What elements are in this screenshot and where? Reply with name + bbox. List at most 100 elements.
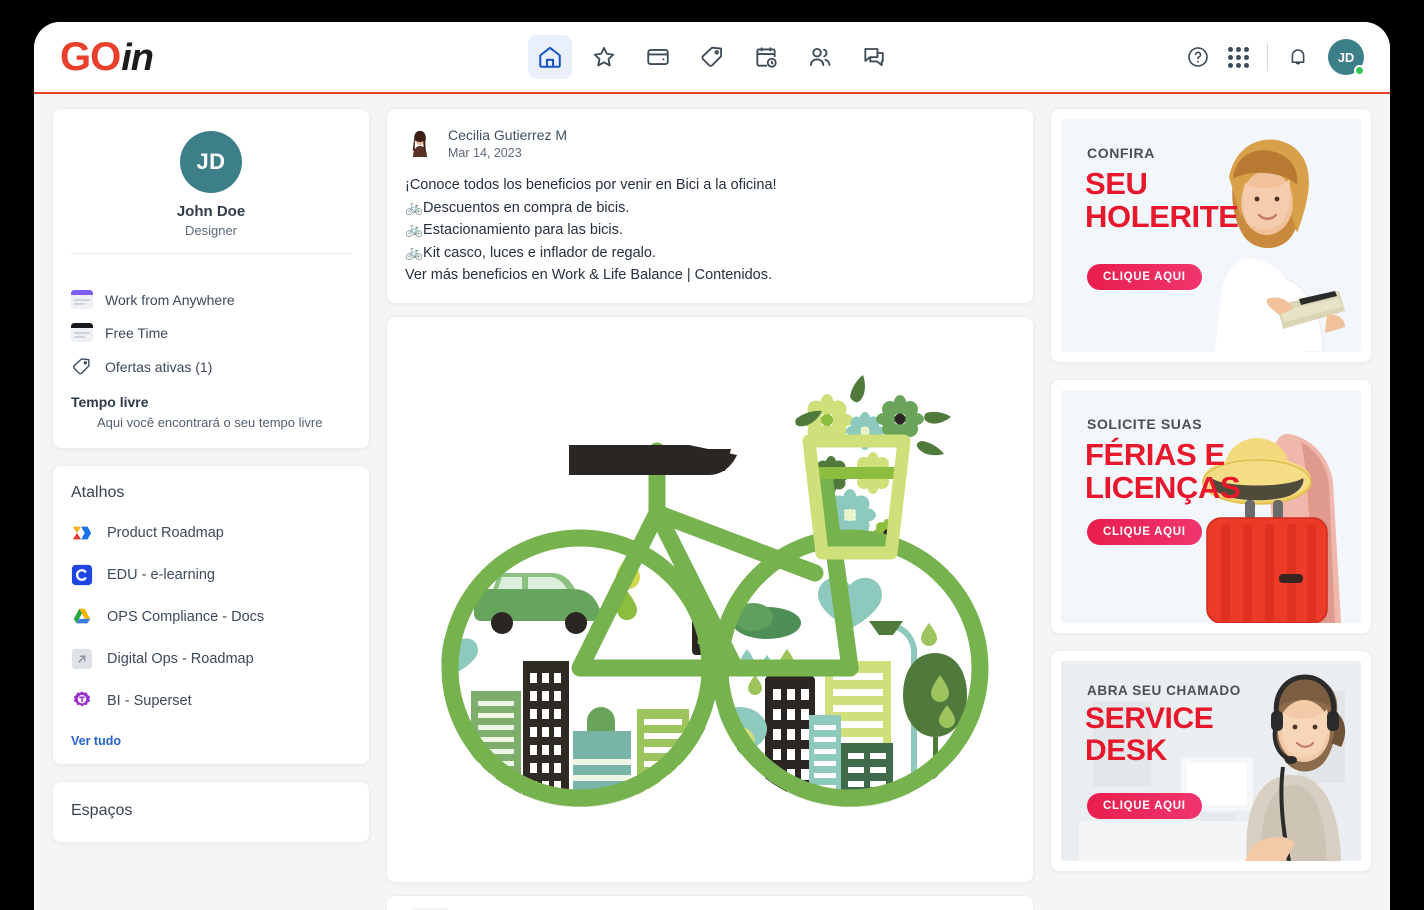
banners-column: CONFIRA SEU HOLERITE CLIQUE AQUI SOLICIT… [1050,108,1372,910]
shortcut-item-digital-ops-roadmap[interactable]: Digital Ops - Roadmap [71,638,351,680]
free-time-title: Tempo livre [71,394,149,410]
status-list: Work from Anywhere Free Time Ofertas ati… [53,270,369,388]
shortcut-label: EDU - e-learning [107,567,215,583]
left-sidebar: JD John Doe Designer Work from Anywhere [52,108,370,910]
post-line: Ver más beneficios en Work & Life Balanc… [405,267,773,284]
banner-cta-button[interactable]: CLIQUE AQUI [1087,793,1202,819]
shortcuts-list: Product Roadmap EDU - e-learning OPS Com… [53,506,369,730]
banner-card-ferias: SOLICITE SUAS FÉRIAS E LICENÇAS CLIQUE A… [1050,379,1372,634]
bell-icon[interactable] [1286,45,1310,69]
profile-name: John Doe [176,203,246,220]
wallet-icon [645,44,671,70]
avatar-initials: JD [1337,49,1355,65]
banner-title-line1: FÉRIAS E [1085,437,1225,472]
logo-go-text: GO [60,34,121,79]
banner-cta-button[interactable]: CLIQUE AQUI [1087,264,1202,290]
nav-calendar-button[interactable] [744,35,788,79]
free-time-block: Tempo livre Aqui você encontrará o seu t… [53,388,369,448]
status-item-label: Free Time [105,324,169,341]
profile-card: JD John Doe Designer Work from Anywhere [52,108,370,449]
banner-title-line1: SEU [1085,166,1148,201]
banner-eyebrow: CONFIRA [1087,145,1155,161]
status-item-free-time[interactable]: Free Time [71,316,351,349]
post-line: ¡Conoce todos los beneficios por venir e… [405,177,777,193]
post-image-card [386,316,1034,884]
tag-icon [71,356,93,377]
nav-messages-button[interactable] [852,35,896,79]
post-line: 🚲Descuentos en compra de bicis. [405,199,630,216]
shortcut-item-edu-elearning[interactable]: EDU - e-learning [71,554,351,596]
spaces-title: Espaços [71,802,133,819]
external-link-icon [71,648,93,670]
post-date: Mar 14, 2023 [448,146,522,160]
nav-offers-button[interactable] [690,35,734,79]
profile-avatar-initials: JD [196,149,226,174]
page-body: JD John Doe Designer Work from Anywhere [34,94,1390,910]
help-circle-icon[interactable] [1186,45,1210,69]
status-item-work-from-anywhere[interactable]: Work from Anywhere [71,283,351,316]
banner-card-holerite: CONFIRA SEU HOLERITE CLIQUE AQUI [1050,108,1372,363]
home-icon [537,44,563,70]
card-black-icon [71,323,93,342]
banner-title: SEU HOLERITE [1085,167,1239,233]
woman-with-tablet-photo [1171,119,1361,352]
status-item-label: Work from Anywhere [105,291,235,308]
status-item-label: Ofertas ativas (1) [105,358,213,375]
logo-in-text: in [121,36,154,79]
grid-apps-icon[interactable] [1228,46,1249,68]
shortcut-item-bi-superset[interactable]: BI - Superset [71,680,351,722]
banner-title-line1: SERVICE [1085,702,1214,735]
profile-divider [71,253,351,254]
nav-home-button[interactable] [528,35,572,79]
banner-eyebrow: SOLICITE SUAS [1087,416,1203,432]
google-drive-icon [71,606,93,628]
profile-block: JD John Doe Designer [53,109,369,270]
banner-ferias[interactable]: SOLICITE SUAS FÉRIAS E LICENÇAS CLIQUE A… [1061,390,1361,623]
banner-title-line2: DESK [1085,734,1167,768]
app-logo[interactable]: GO in [60,34,154,80]
shortcut-item-ops-compliance-docs[interactable]: OPS Compliance - Docs [71,596,351,638]
banner-title-line2: HOLERITE [1085,199,1239,235]
nav-wallet-button[interactable] [636,35,680,79]
post-author-avatar[interactable] [405,127,435,157]
profile-avatar[interactable]: JD [180,131,242,193]
post-line: 🚲Estacionamiento para las bicis. [405,222,623,239]
post-line: 🚲Kit casco, luces e inflador de regalo. [405,244,656,261]
banner-service-desk[interactable]: ABRA SEU CHAMADO SERVICE DESK CLIQUE AQU… [1061,661,1361,861]
star-icon [591,44,617,70]
feed-column: Cecilia Gutierrez M Mar 14, 2023 ¡Conoce… [386,108,1034,910]
status-item-active-offers[interactable]: Ofertas ativas (1) [71,349,351,384]
post-card: Cecilia Gutierrez M Mar 14, 2023 ¡Conoce… [386,108,1034,305]
post-author-name: Cecilia Gutierrez M [448,127,568,143]
header-actions: JD [1186,39,1365,76]
shortcut-label: Digital Ops - Roadmap [107,651,254,667]
nav-people-button[interactable] [798,35,842,79]
banner-title-line2: LICENÇAS [1085,470,1241,506]
superset-gear-icon [71,690,93,712]
banner-title: SERVICE DESK [1085,702,1214,768]
spaces-card: Espaços [52,781,370,843]
users-icon [807,44,833,70]
coursera-icon [71,564,93,586]
shortcuts-card: Atalhos Product Roadmap EDU - e-learning… [52,465,370,765]
online-status-badge [1354,65,1365,76]
card-purple-icon [71,290,93,309]
primary-nav [528,35,896,79]
banner-cta-button[interactable]: CLIQUE AQUI [1087,519,1202,545]
chat-icon [861,44,887,70]
banner-card-service-desk: ABRA SEU CHAMADO SERVICE DESK CLIQUE AQU… [1050,650,1372,872]
user-avatar-button[interactable]: JD [1328,39,1365,76]
header-divider [1267,43,1268,71]
banner-eyebrow: ABRA SEU CHAMADO [1087,683,1241,698]
shortcut-item-product-roadmap[interactable]: Product Roadmap [71,512,351,554]
free-time-description: Aqui você encontrará o seu tempo livre [97,415,323,430]
app-window: GO in JD JD John Doe Designer Work from … [34,22,1390,910]
productboard-icon [71,522,93,544]
profile-role: Designer [184,223,238,238]
post-body: ¡Conoce todos los beneficios por venir e… [387,170,1033,303]
shortcuts-see-all-link[interactable]: Ver tudo [53,730,369,764]
nav-favorites-button[interactable] [582,35,626,79]
calendar-clock-icon [753,44,779,70]
tag-icon [699,44,725,70]
banner-holerite[interactable]: CONFIRA SEU HOLERITE CLIQUE AQUI [1061,119,1361,352]
